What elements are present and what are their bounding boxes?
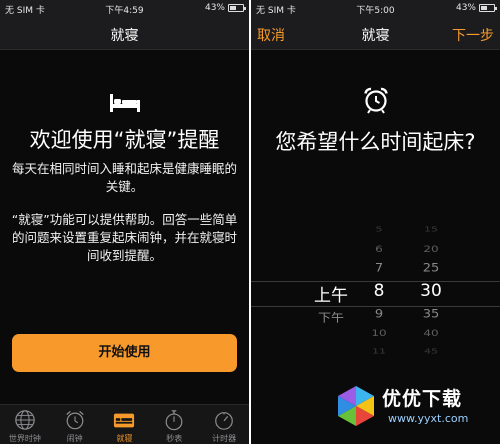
status-bar: 无 SIM 卡 下午4:59 43%: [0, 0, 249, 17]
tab-label: 计时器: [212, 434, 237, 443]
hour-option[interactable]: 8: [359, 281, 399, 301]
tab-alarm[interactable]: 闹钟: [50, 405, 100, 444]
tab-bar: 世界时钟 闹钟 就寝 秒表 计时器: [0, 404, 249, 444]
nav-bar: 就寝: [0, 17, 249, 50]
time-picker[interactable]: 上午下午 5 6 7 8 9 10 11 15 20 25 30 35 40 45: [251, 225, 500, 356]
stopwatch-icon: [165, 410, 183, 431]
watermark: 优优下载 www.yyxt.com: [328, 378, 500, 444]
battery-icon: [228, 4, 246, 12]
next-button[interactable]: 下一步: [452, 25, 494, 45]
tab-label: 闹钟: [66, 434, 83, 443]
hour-option[interactable]: 5: [359, 225, 399, 233]
bedtime-welcome-screen: 无 SIM 卡 下午4:59 43% 就寝 欢迎使用“就寝”提醒 每天在相同时间…: [0, 0, 249, 444]
tab-label: 就寝: [116, 434, 133, 443]
watermark-text: 优优下载: [382, 388, 463, 410]
hour-option[interactable]: 9: [359, 308, 399, 321]
wake-time-screen: 无 SIM 卡 下午5:00 43% 取消 就寝 下一步 您希望什么时间起床? …: [251, 0, 500, 444]
bed-icon: [114, 413, 135, 428]
ampm-option[interactable]: 下午: [306, 308, 356, 325]
tab-label: 秒表: [166, 434, 183, 443]
battery-icon: [479, 4, 497, 12]
start-button[interactable]: 开始使用: [12, 334, 237, 372]
minute-option[interactable]: 30: [411, 281, 451, 301]
tab-timer[interactable]: 计时器: [199, 405, 249, 444]
minute-option[interactable]: 15: [411, 225, 451, 233]
tab-stopwatch[interactable]: 秒表: [149, 405, 199, 444]
intro-paragraph: 每天在相同时间入睡和起床是健康睡眠的关键。: [11, 161, 237, 194]
help-paragraph: “就寝”功能可以提供帮助。回答一些简单的问题来设置重复起床闹钟，并在就寝时间收到…: [11, 212, 238, 263]
tab-bedtime[interactable]: 就寝: [100, 405, 150, 444]
watermark-url: www.yyxt.com: [388, 412, 469, 425]
watermark-logo-icon: [338, 386, 374, 426]
timer-icon: [215, 412, 233, 430]
hour-option[interactable]: 6: [359, 244, 399, 255]
status-bar: 无 SIM 卡 下午5:00 43%: [251, 0, 500, 17]
alarm-icon: [66, 410, 84, 430]
minute-option[interactable]: 20: [411, 244, 451, 255]
wake-time-question: 您希望什么时间起床?: [275, 130, 476, 154]
minute-option[interactable]: 45: [411, 347, 451, 355]
battery-status: 43%: [204, 3, 246, 13]
tab-world-clock[interactable]: 世界时钟: [0, 405, 50, 444]
hour-option[interactable]: 11: [359, 347, 399, 355]
nav-title: 就寝: [110, 28, 139, 44]
hour-option[interactable]: 10: [359, 328, 399, 339]
nav-bar: 取消 就寝 下一步: [251, 17, 500, 50]
tab-label: 世界时钟: [8, 434, 41, 443]
ampm-option[interactable]: 上午: [306, 281, 356, 306]
welcome-title: 欢迎使用“就寝”提醒: [29, 128, 220, 152]
minute-option[interactable]: 25: [411, 262, 451, 275]
battery-status: 43%: [455, 3, 497, 13]
battery-percent: 43%: [455, 3, 476, 13]
battery-percent: 43%: [204, 3, 225, 13]
alarm-clock-icon: [364, 87, 388, 114]
hour-option[interactable]: 7: [359, 262, 399, 275]
minute-option[interactable]: 35: [411, 308, 451, 321]
bed-icon: [110, 94, 140, 112]
minute-option[interactable]: 40: [411, 328, 451, 339]
globe-icon: [15, 410, 35, 430]
